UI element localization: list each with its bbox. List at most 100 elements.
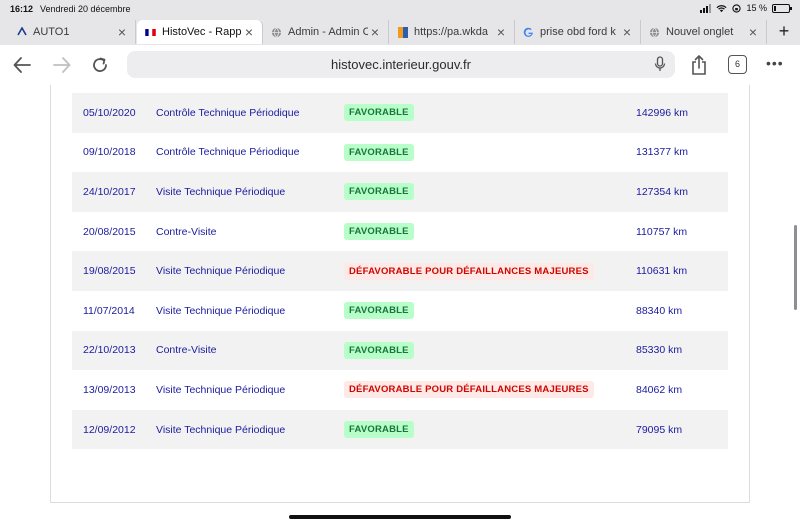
- result-badge: FAVORABLE: [344, 104, 414, 122]
- inspection-mileage: 142996 km: [634, 93, 728, 133]
- url-text[interactable]: histovec.interieur.gouv.fr: [127, 57, 675, 72]
- status-date: Vendredi 20 décembre: [40, 4, 131, 14]
- back-icon[interactable]: [10, 53, 34, 77]
- table-row: 09/10/2018 Contrôle Technique Périodique F…: [72, 133, 728, 173]
- globe-favicon-icon: [271, 27, 282, 38]
- forward-icon[interactable]: [50, 53, 74, 77]
- microphone-icon[interactable]: [653, 56, 667, 72]
- tab-title: prise obd ford k: [540, 26, 616, 38]
- inspection-type: Visite Technique Périodique: [156, 251, 344, 291]
- inspection-mileage: 127354 km: [634, 172, 728, 212]
- result-badge: FAVORABLE: [344, 223, 414, 241]
- tab-switcher-button[interactable]: 6: [728, 55, 747, 74]
- inspection-mileage: 110631 km: [634, 251, 728, 291]
- inspection-date: 24/10/2017: [72, 172, 156, 212]
- inspection-result: FAVORABLE: [344, 330, 634, 371]
- tab-google-obd[interactable]: prise obd ford k ×: [515, 20, 641, 44]
- globe-favicon-icon: [649, 27, 660, 38]
- battery-icon: [772, 3, 792, 13]
- orange-blue-favicon-icon: [397, 26, 408, 38]
- tab-auto1[interactable]: AUTO1 ×: [8, 20, 136, 44]
- google-favicon-icon: [523, 27, 534, 38]
- close-tab-icon[interactable]: ×: [620, 25, 634, 39]
- inspection-type: Visite Technique Périodique: [156, 383, 286, 396]
- inspection-mileage: 84062 km: [636, 383, 683, 396]
- new-tab-icon[interactable]: +: [768, 20, 800, 44]
- inspection-result: FAVORABLE: [344, 212, 634, 252]
- table-row: 12/09/2012 Visite Technique Périodique FAV…: [72, 409, 728, 450]
- inspection-mileage: 79095 km: [634, 409, 728, 450]
- inspection-mileage: 85330 km: [634, 330, 728, 371]
- tab-title: https://pa.wkda: [414, 26, 488, 38]
- share-icon[interactable]: [687, 53, 711, 77]
- tab-bar: AUTO1 × HistoVec - Rapport × Admin - Adm…: [0, 18, 800, 45]
- close-tab-icon[interactable]: ×: [242, 25, 256, 39]
- close-tab-icon[interactable]: ×: [368, 25, 382, 39]
- result-badge: FAVORABLE: [344, 143, 414, 161]
- clock: 16:12: [10, 4, 34, 14]
- close-tab-icon[interactable]: ×: [494, 25, 508, 39]
- inspection-mileage: 110757 km: [636, 225, 688, 238]
- table-row: 05/10/2020 Contrôle Technique Périodique F…: [72, 93, 728, 133]
- inspection-history-table: 05/10/2020 Contrôle Technique Périodique F…: [72, 93, 728, 450]
- inspection-type: Contrôle Technique Périodique: [156, 93, 344, 133]
- result-badge: FAVORABLE: [344, 421, 414, 439]
- inspection-result: DÉFAVORABLE POUR DÉFAILLANCES MAJEURES: [344, 251, 634, 291]
- auto1-favicon-icon: [16, 27, 27, 38]
- inspection-type: Visite Technique Périodique: [156, 172, 344, 212]
- address-bar[interactable]: histovec.interieur.gouv.fr: [127, 51, 675, 78]
- result-badge: FAVORABLE: [344, 183, 414, 201]
- inspection-type: Contre-Visite: [156, 225, 217, 238]
- table-row: 20/08/2015 Contre-Visite FAVORABLE 110757 k…: [72, 212, 728, 252]
- inspection-date: 05/10/2020: [72, 93, 156, 133]
- result-badge: DÉFAVORABLE POUR DÉFAILLANCES MAJEURES: [344, 262, 594, 280]
- orientation-lock-icon: [732, 3, 742, 13]
- tab-title: HistoVec - Rapport: [162, 26, 242, 38]
- wifi-icon: [716, 4, 728, 12]
- home-indicator[interactable]: [289, 515, 511, 519]
- inspection-date: 22/10/2013: [72, 330, 156, 371]
- battery-fill: [774, 5, 776, 11]
- inspection-result: FAVORABLE: [344, 409, 634, 450]
- table-row: 19/08/2015 Visite Technique Périodique DÉF…: [72, 251, 728, 291]
- browser-toolbar: histovec.interieur.gouv.fr 6 •••: [0, 45, 800, 85]
- table-row: 13/09/2013 Visite Technique Périodique DÉF…: [72, 370, 728, 410]
- close-tab-icon[interactable]: ×: [115, 25, 129, 39]
- inspection-date: 19/08/2015: [72, 251, 156, 291]
- inspection-type: Contre-Visite: [156, 330, 344, 371]
- table-row: 11/07/2014 Visite Technique Périodique FAV…: [72, 291, 728, 331]
- french-flag-favicon-icon: [145, 27, 156, 38]
- inspection-result: FAVORABLE: [344, 172, 634, 212]
- result-badge: FAVORABLE: [344, 341, 414, 359]
- tab-wkda[interactable]: https://pa.wkda ×: [389, 20, 515, 44]
- status-bar: 16:12 Vendredi 20 décembre 15 %: [0, 0, 800, 18]
- inspection-result: FAVORABLE: [344, 133, 634, 173]
- battery-percent: 15 %: [746, 3, 767, 13]
- close-tab-icon[interactable]: ×: [746, 25, 760, 39]
- inspection-mileage: 88340 km: [636, 304, 683, 317]
- signal-icon: [700, 3, 712, 13]
- result-badge: FAVORABLE: [344, 302, 414, 320]
- inspection-result: DÉFAVORABLE POUR DÉFAILLANCES MAJEURES: [344, 370, 634, 410]
- tab-admin[interactable]: Admin - Admin C ×: [263, 20, 389, 44]
- scrollbar[interactable]: [794, 225, 797, 310]
- table-row: 24/10/2017 Visite Technique Périodique FAV…: [72, 172, 728, 212]
- inspection-result: FAVORABLE: [344, 291, 634, 331]
- inspection-type: Visite Technique Périodique: [156, 409, 344, 450]
- inspection-date: 12/09/2012: [72, 409, 156, 450]
- inspection-result: FAVORABLE: [344, 93, 634, 133]
- inspection-date: 09/10/2018: [83, 146, 136, 159]
- tab-new[interactable]: Nouvel onglet ×: [641, 20, 767, 44]
- inspection-date: 11/07/2014: [83, 304, 135, 317]
- inspection-date: 20/08/2015: [83, 225, 136, 238]
- page-content: 05/10/2020 Contrôle Technique Périodique F…: [0, 85, 800, 525]
- status-indicators: 15 %: [700, 3, 792, 13]
- more-options-icon[interactable]: •••: [766, 55, 784, 71]
- table-row: 22/10/2013 Contre-Visite FAVORABLE 85330 km: [72, 330, 728, 371]
- result-badge: DÉFAVORABLE POUR DÉFAILLANCES MAJEURES: [344, 381, 594, 399]
- reload-icon[interactable]: [88, 53, 112, 77]
- tab-histovec[interactable]: HistoVec - Rapport ×: [137, 20, 263, 44]
- inspection-type: Visite Technique Périodique: [156, 304, 286, 317]
- inspection-date: 13/09/2013: [83, 383, 136, 396]
- tab-title: Admin - Admin C: [288, 26, 368, 38]
